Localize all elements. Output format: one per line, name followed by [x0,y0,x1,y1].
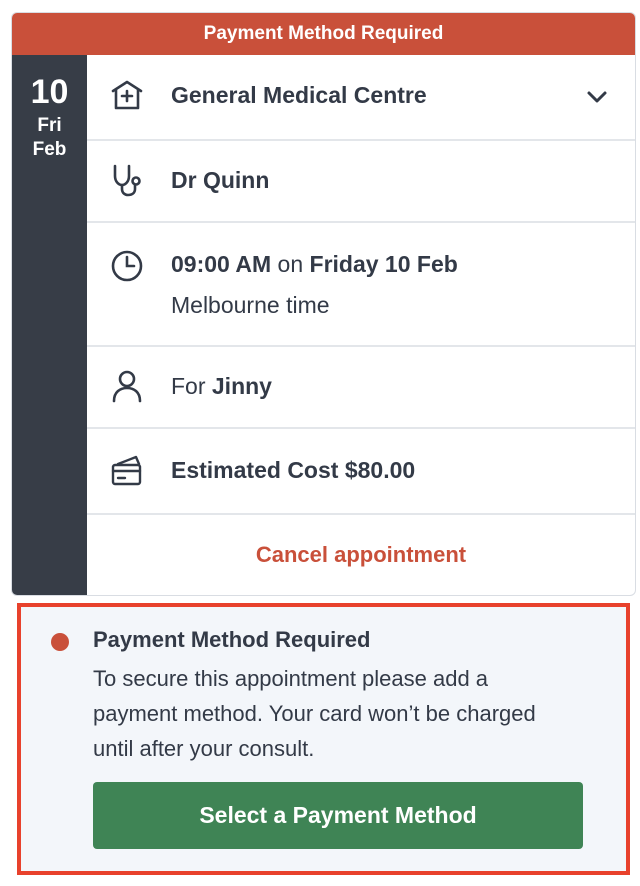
on-word: on [277,251,304,277]
clinic-name: General Medical Centre [171,82,427,108]
cancel-appointment-button[interactable]: Cancel appointment [87,515,635,595]
cost-row: Estimated Cost $80.00 [87,429,635,515]
chevron-down-icon[interactable] [585,85,609,109]
clinic-icon [109,77,145,113]
payment-required-notice: Payment Method Required To secure this a… [17,603,630,875]
credit-card-icon [109,452,145,488]
time-value: 09:00 AM [171,251,272,277]
time-row: 09:00 AM on Friday 10 Feb Melbourne time [87,223,635,347]
date-month: Feb [32,139,67,160]
date-column: 10 Fri Feb [12,55,87,595]
doctor-row: Dr Quinn [87,141,635,223]
payment-required-banner: Payment Method Required [12,13,635,55]
patient-row: For Jinny [87,347,635,429]
appointment-time: 09:00 AM on Friday 10 Feb [171,251,458,278]
person-icon [109,368,145,404]
date-day: 10 [30,73,69,111]
date-text: Friday 10 Feb [309,251,458,277]
notice-body: To secure this appointment please add a … [93,666,536,761]
estimated-cost: Estimated Cost $80.00 [171,457,416,483]
date-weekday: Fri [37,115,62,136]
patient-label: For Jinny [171,373,272,400]
appointment-details: General Medical Centre Dr Quinn 09:00 AM… [87,55,635,595]
stethoscope-icon [109,162,145,198]
clinic-row[interactable]: General Medical Centre [87,55,635,141]
status-dot-icon [51,633,69,651]
patient-name: Jinny [211,373,272,399]
timezone-label: Melbourne time [171,292,330,318]
select-payment-method-button[interactable]: Select a Payment Method [93,782,583,849]
notice-title: Payment Method Required [93,627,371,652]
clock-icon [109,248,145,284]
for-word: For [171,373,206,399]
doctor-name: Dr Quinn [171,167,270,193]
appointment-card: Payment Method Required 10 Fri Feb Gener… [12,13,635,595]
